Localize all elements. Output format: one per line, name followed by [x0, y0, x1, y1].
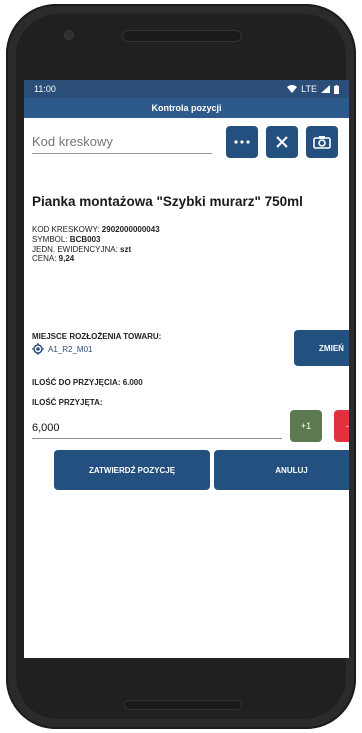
- cancel-button[interactable]: ANULUJ: [214, 450, 349, 490]
- barcode-line: KOD KRESKOWY: 2902000000043: [32, 225, 160, 235]
- camera-button[interactable]: [306, 126, 338, 158]
- product-name: Pianka montażowa "Szybki murarz" 750ml: [32, 194, 303, 209]
- confirm-position-button[interactable]: ZATWIERDŹ POZYCJĘ: [54, 450, 210, 490]
- battery-icon: [334, 84, 339, 94]
- plus-one-button[interactable]: +1: [290, 410, 322, 442]
- price-label: CENA:: [32, 254, 59, 264]
- symbol-value: BCB003: [69, 234, 101, 244]
- signal-icon: [321, 85, 330, 93]
- change-location-button[interactable]: ZMIEŃ: [294, 330, 349, 366]
- qty-to-receive: ILOŚĆ DO PRZYJĘCIA: 6.000: [32, 378, 143, 387]
- more-button[interactable]: [226, 126, 258, 158]
- location-value: A1_R2_M01: [48, 344, 93, 354]
- camera-icon: [313, 136, 331, 149]
- location-label: MIEJSCE ROZŁOŻENIA TOWARU:: [32, 332, 162, 341]
- location-row: A1_R2_M01: [32, 343, 92, 355]
- unit-value: szt: [120, 244, 132, 254]
- minus-one-button[interactable]: -1: [334, 410, 349, 442]
- qty-received-label: ILOŚĆ PRZYJĘTA:: [32, 398, 103, 407]
- qty-to-receive-label: ILOŚĆ DO PRZYJĘCIA:: [32, 378, 121, 387]
- more-dots-icon: [234, 140, 250, 144]
- phone-speaker: [122, 30, 242, 42]
- front-camera: [64, 30, 74, 40]
- symbol-line: SYMBOL: BCB003: [32, 235, 160, 245]
- location-target-icon: [32, 343, 44, 355]
- clear-button[interactable]: [266, 126, 298, 158]
- price-value: 9,24: [58, 254, 75, 264]
- phone-home-bar: [124, 700, 242, 710]
- screen-title: Kontrola pozycji: [151, 103, 222, 113]
- title-bar: Kontrola pozycji: [24, 98, 349, 118]
- barcode-input[interactable]: [32, 130, 212, 154]
- app-screen: 11:00 LTE Kontrola pozycji Pianka montaż…: [24, 80, 349, 658]
- unit-label: JEDN. EWIDENCYJNA:: [32, 244, 121, 254]
- barcode-label: KOD KRESKOWY:: [32, 225, 102, 234]
- symbol-label: SYMBOL:: [32, 234, 70, 244]
- barcode-value: 2902000000043: [101, 225, 160, 234]
- price-line: CENA: 9,24: [32, 254, 160, 264]
- qty-received-input[interactable]: [32, 418, 282, 439]
- wifi-icon: [287, 85, 298, 93]
- product-details: KOD KRESKOWY: 2902000000043 SYMBOL: BCB0…: [32, 225, 160, 264]
- close-icon: [276, 136, 288, 148]
- network-label: LTE: [301, 84, 317, 94]
- status-time: 11:00: [34, 84, 56, 94]
- status-bar: 11:00 LTE: [24, 80, 349, 98]
- unit-line: JEDN. EWIDENCYJNA: szt: [32, 245, 160, 255]
- qty-to-receive-value: 6.000: [122, 378, 143, 387]
- scan-row: [32, 126, 341, 158]
- status-icons: LTE: [287, 84, 339, 94]
